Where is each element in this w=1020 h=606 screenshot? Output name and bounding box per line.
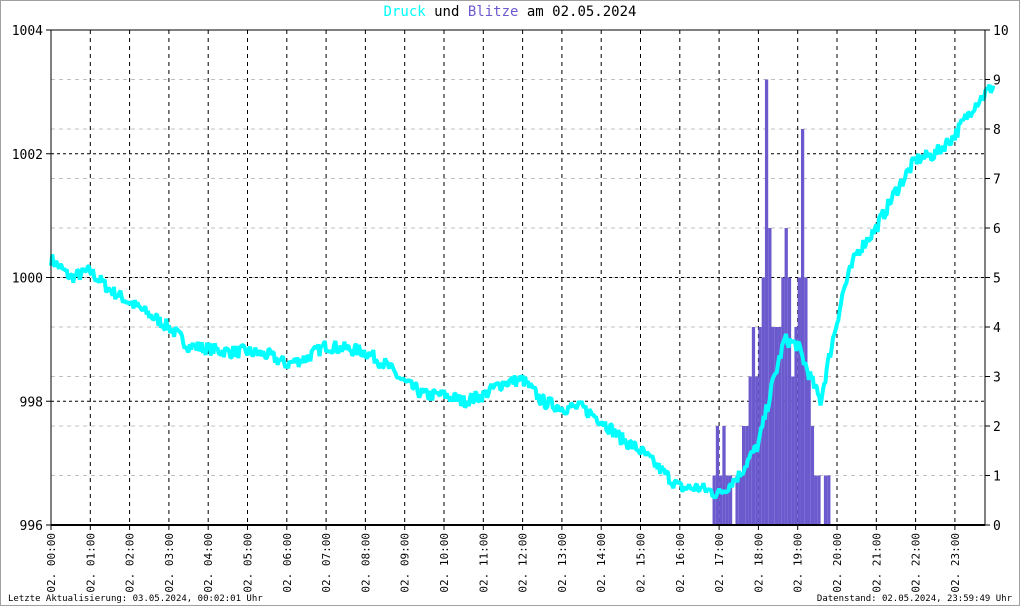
- lightning-bar: [761, 277, 765, 525]
- lightning-bar: [810, 426, 815, 525]
- x-tick-label: 02. 21:00: [870, 533, 883, 593]
- lightning-bar: [768, 228, 772, 525]
- lightning-bar: [712, 475, 716, 525]
- lightning-bar: [751, 327, 756, 525]
- lightning-bar: [804, 277, 808, 525]
- lightning-bar: [735, 475, 739, 525]
- x-tick-label: 02. 11:00: [477, 533, 490, 593]
- right-tick-label: 2: [993, 420, 1001, 435]
- right-tick-label: 5: [993, 272, 1001, 287]
- right-tick-label: 0: [993, 519, 1001, 534]
- lightning-bar: [784, 228, 788, 525]
- x-tick-label: 02. 00:00: [45, 533, 58, 593]
- x-tick-label: 02. 16:00: [674, 533, 687, 593]
- x-tick-label: 02. 09:00: [399, 533, 412, 593]
- x-tick-label: 02. 03:00: [163, 533, 176, 593]
- footer-last-update: Letzte Aktualisierung: 03.05.2024, 00:02…: [8, 594, 263, 604]
- x-tick-label: 02. 01:00: [84, 533, 97, 593]
- lightning-bar: [823, 475, 828, 525]
- left-tick-label: 1000: [12, 272, 43, 287]
- x-tick-label: 02. 22:00: [910, 533, 923, 593]
- lightning-bar: [764, 79, 769, 525]
- chart-svg: 01234567891099699810001002100402. 00:00 0…: [12, 24, 1009, 593]
- lightning-bar: [800, 129, 805, 525]
- x-tick-label: 02. 14:00: [595, 533, 608, 593]
- footer-data-status: Datenstand: 02.05.2024, 23:59:49 Uhr: [816, 594, 1012, 604]
- right-tick-label: 10: [993, 24, 1009, 39]
- x-tick-label: 02. 06:00: [281, 533, 294, 593]
- left-tick-label: 998: [20, 395, 43, 410]
- chart-window: Druck und Blitze am 02.05.2024 012345678…: [0, 0, 1020, 606]
- right-tick-label: 1: [993, 470, 1001, 485]
- lightning-bar: [719, 475, 723, 525]
- lightning-bar: [722, 426, 726, 525]
- x-tick-label: 02. 10:00: [438, 533, 451, 593]
- lightning-bar: [827, 475, 831, 525]
- left-tick-label: 1002: [12, 148, 43, 163]
- lightning-bar: [797, 277, 801, 525]
- x-tick-label: 02. 18:00: [752, 533, 765, 593]
- x-tick-label: 02. 13:00: [556, 533, 569, 593]
- left-tick-label: 1004: [12, 24, 43, 39]
- x-tick-label: 02. 12:00: [517, 533, 530, 593]
- lightning-bar: [814, 475, 818, 525]
- right-tick-label: 7: [993, 173, 1001, 188]
- lightning-bar: [787, 277, 792, 525]
- right-tick-label: 6: [993, 222, 1001, 237]
- lightning-bar: [745, 426, 749, 525]
- x-tick-label: 02. 04:00: [202, 533, 215, 593]
- lightning-bar: [781, 277, 785, 525]
- lightning-bar: [725, 475, 729, 525]
- left-tick-label: 996: [20, 519, 43, 534]
- x-tick-label: 02. 15:00: [635, 533, 648, 593]
- x-tick-label: 02. 20:00: [831, 533, 844, 593]
- lightning-bar: [715, 426, 720, 525]
- lightning-bar: [771, 327, 775, 525]
- x-tick-label: 02. 17:00: [713, 533, 726, 593]
- lightning-bar: [817, 475, 821, 525]
- x-tick-label: 02. 05:00: [242, 533, 255, 593]
- x-tick-label: 02. 02:00: [124, 533, 137, 593]
- right-tick-label: 8: [993, 123, 1001, 138]
- right-tick-label: 3: [993, 371, 1001, 386]
- x-tick-label: 02. 19:00: [792, 533, 805, 593]
- lightning-bar: [807, 376, 811, 525]
- lightning-bar: [791, 376, 795, 525]
- lightning-bar: [738, 475, 743, 525]
- right-tick-label: 4: [993, 321, 1001, 336]
- lightning-bar: [794, 327, 798, 525]
- x-tick-label: 02. 23:00: [949, 533, 962, 593]
- x-tick-label: 02. 07:00: [320, 533, 333, 593]
- x-tick-label: 02. 08:00: [359, 533, 372, 593]
- pressure-line: [49, 84, 996, 500]
